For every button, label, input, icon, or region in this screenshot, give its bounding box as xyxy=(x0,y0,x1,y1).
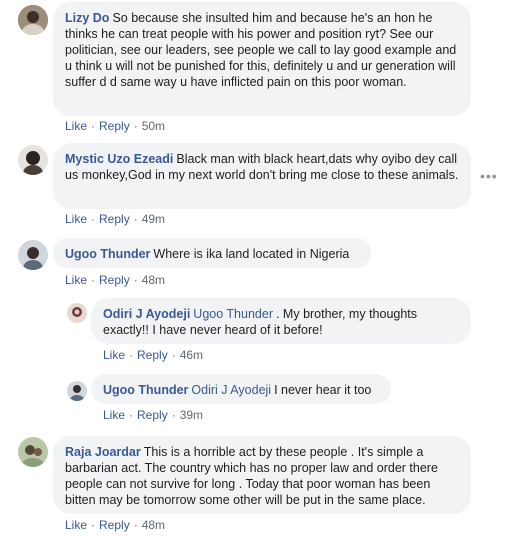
reply-button[interactable]: Reply xyxy=(137,348,168,362)
separator: · xyxy=(129,408,134,422)
mention-link[interactable]: Ugoo Thunder xyxy=(193,307,273,321)
separator: · xyxy=(133,212,138,226)
separator: · xyxy=(133,273,138,287)
separator: · xyxy=(133,518,138,532)
timestamp[interactable]: 39m xyxy=(180,408,203,422)
comment-author[interactable]: Ugoo Thunder xyxy=(65,247,150,261)
like-button[interactable]: Like xyxy=(103,348,125,362)
like-button[interactable]: Like xyxy=(103,408,125,422)
separator: · xyxy=(91,518,96,532)
comment-actions: Like · Reply · 39m xyxy=(103,408,203,422)
separator: · xyxy=(171,408,176,422)
reply-button[interactable]: Reply xyxy=(137,408,168,422)
timestamp[interactable]: 50m xyxy=(142,119,165,133)
comment-text: Where is ika land located in Nigeria xyxy=(153,247,350,261)
comment-text: I never hear it too xyxy=(274,383,372,397)
timestamp[interactable]: 49m xyxy=(142,212,165,226)
comment-author[interactable]: Lizy Do xyxy=(65,11,109,25)
profile-photo-icon xyxy=(18,240,48,270)
profile-photo-icon xyxy=(67,381,87,401)
timestamp[interactable]: 48m xyxy=(142,273,165,287)
comment-bubble: Ugoo Thunder Where is ika land located in… xyxy=(53,238,371,268)
timestamp[interactable]: 46m xyxy=(180,348,203,362)
mention-link[interactable]: Odiri J Ayodeji xyxy=(191,383,271,397)
comment-author[interactable]: Ugoo Thunder xyxy=(103,383,188,397)
reply-button[interactable]: Reply xyxy=(99,212,130,226)
comment-bubble: Raja Joardar This is a horrible act by th… xyxy=(53,436,471,514)
comment-actions: Like · Reply · 48m xyxy=(65,273,165,287)
comment-bubble: Mystic Uzo Ezeadi Black man with black he… xyxy=(53,143,471,209)
profile-photo-icon xyxy=(18,437,48,467)
comment-text: So because she insulted him and because … xyxy=(65,11,457,89)
comment-actions: Like · Reply · 49m xyxy=(65,212,165,226)
reply-button[interactable]: Reply xyxy=(99,119,130,133)
comment-actions: Like · Reply · 46m xyxy=(103,348,203,362)
avatar[interactable] xyxy=(67,381,87,401)
comment-author[interactable]: Odiri J Ayodeji xyxy=(103,307,190,321)
profile-photo-icon xyxy=(67,303,87,323)
reply-button[interactable]: Reply xyxy=(99,273,130,287)
separator: · xyxy=(129,348,134,362)
comment-bubble: Lizy Do So because she insulted him and b… xyxy=(53,2,471,116)
avatar[interactable] xyxy=(18,240,48,270)
comment-author[interactable]: Raja Joardar xyxy=(65,445,141,459)
separator: · xyxy=(91,119,96,133)
profile-photo-icon xyxy=(18,145,48,175)
avatar[interactable] xyxy=(18,437,48,467)
like-button[interactable]: Like xyxy=(65,273,87,287)
separator: · xyxy=(91,273,96,287)
more-options-icon[interactable]: ••• xyxy=(480,168,498,184)
comment-author[interactable]: Mystic Uzo Ezeadi xyxy=(65,152,173,166)
separator: · xyxy=(171,348,176,362)
profile-photo-icon xyxy=(18,5,48,35)
comment-actions: Like · Reply · 48m xyxy=(65,518,165,532)
separator: · xyxy=(91,212,96,226)
separator: · xyxy=(133,119,138,133)
reply-bubble: Ugoo Thunder Odiri J Ayodeji I never hear … xyxy=(91,374,391,404)
avatar[interactable] xyxy=(18,145,48,175)
comment-actions: Like · Reply · 50m xyxy=(65,119,165,133)
like-button[interactable]: Like xyxy=(65,119,87,133)
reply-button[interactable]: Reply xyxy=(99,518,130,532)
like-button[interactable]: Like xyxy=(65,212,87,226)
like-button[interactable]: Like xyxy=(65,518,87,532)
avatar[interactable] xyxy=(18,5,48,35)
reply-bubble: Odiri J Ayodeji Ugoo Thunder. My brother,… xyxy=(91,298,471,344)
timestamp[interactable]: 48m xyxy=(142,518,165,532)
avatar[interactable] xyxy=(67,303,87,323)
